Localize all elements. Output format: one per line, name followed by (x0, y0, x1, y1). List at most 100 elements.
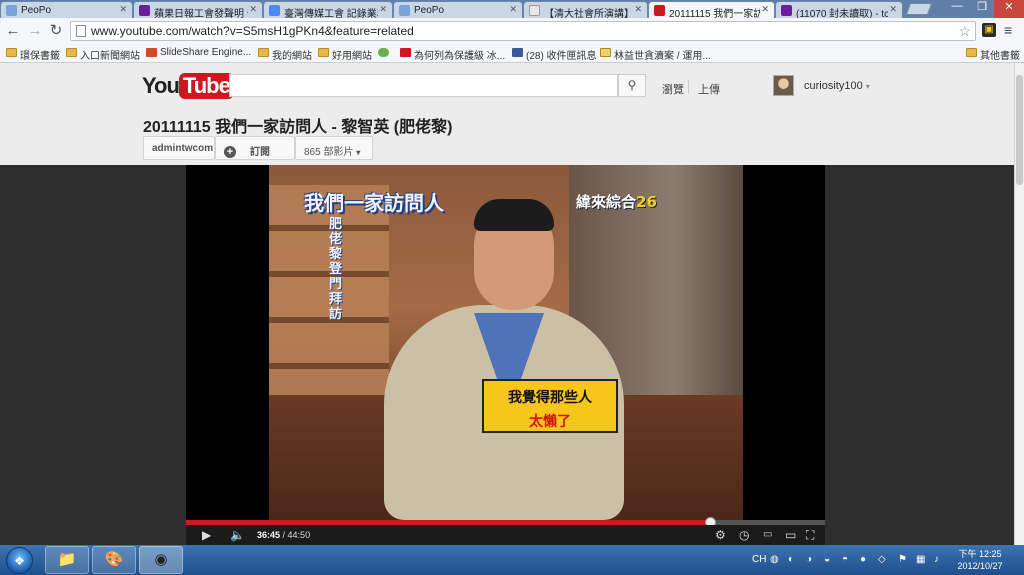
bookmark-label: 我的網站 (272, 51, 312, 62)
subscribe-button[interactable]: + 訂閱 (215, 136, 295, 160)
bookmark-label: SlideShare Engine... (160, 47, 252, 58)
avatar[interactable] (773, 75, 794, 96)
menu-icon[interactable]: ≡ (1004, 22, 1012, 38)
play-icon[interactable]: ▶ (202, 528, 211, 542)
chevron-down-icon: ▾ (865, 82, 870, 91)
tray-app-icon[interactable]: ● (860, 554, 866, 565)
close-icon[interactable]: ✕ (249, 4, 257, 15)
bookmark-link[interactable]: 林益世貪瀆案 / 運用... (600, 47, 711, 62)
page-scrollbar[interactable] (1014, 63, 1024, 545)
search-button[interactable]: ⚲ (618, 74, 646, 97)
clock-time: 下午 12:25 (958, 549, 1002, 559)
close-icon[interactable]: ✕ (379, 4, 387, 15)
chevron-down-icon: ▾ (356, 148, 361, 157)
bookmark-label: 為何列為保護級 冰... (414, 51, 506, 62)
address-bar[interactable]: ☆ (70, 21, 976, 41)
video-caption: 我覺得那些人 太懶了 (482, 379, 618, 433)
system-clock[interactable]: 下午 12:25 2012/10/27 (950, 548, 1010, 572)
youtube-icon (400, 48, 411, 57)
tray-app-icon[interactable]: ◓ (842, 554, 848, 565)
youtube-logo[interactable]: You Tube (142, 73, 234, 103)
clock-date: 2012/10/27 (957, 561, 1003, 571)
channel-name: admintwcom (152, 143, 214, 154)
tab-label: 臺灣傳媒工會 記錄業務 (284, 9, 378, 18)
watch-later-icon[interactable]: ◷ (739, 528, 749, 542)
close-icon[interactable]: ✕ (634, 4, 642, 15)
tab-union[interactable]: 臺灣傳媒工會 記錄業務 ✕ (263, 1, 393, 18)
username-menu[interactable]: curiosity100 ▾ (804, 80, 870, 92)
caption-line-2: 太懶了 (529, 414, 571, 430)
tray-app-icon[interactable]: ◒ (824, 554, 830, 565)
youtube-header: You Tube ⚲ 瀏覽 上傳 curiosity100 ▾ 20111115 … (0, 63, 1014, 165)
back-icon[interactable]: ← (4, 22, 22, 40)
tab-apple-daily[interactable]: 蘋果日報工會發聲明 奇 ✕ (133, 1, 263, 18)
bookmark-folder[interactable]: 入口新聞網站 (66, 47, 140, 62)
yahoo-icon (139, 5, 150, 16)
bookmark-link[interactable]: 為何列為保護級 冰... (400, 47, 505, 62)
close-icon[interactable]: ✕ (761, 4, 769, 15)
videos-count-button[interactable]: 865 部影片 ▾ (295, 136, 373, 160)
youtube-icon (654, 5, 665, 16)
browse-link[interactable]: 瀏覽 (662, 81, 684, 97)
channel-logo-number: 26 (636, 193, 657, 211)
large-player-icon[interactable]: ▭ (785, 528, 796, 542)
bookmark-folder[interactable]: 環保書籤 (6, 47, 60, 62)
tab-peopo-2[interactable]: PeoPo ✕ (393, 1, 523, 18)
tab-yahoo-mail[interactable]: (11070 封未讀取) - tch ✕ (775, 1, 903, 18)
forward-icon[interactable]: → (26, 22, 44, 40)
tray-app-icon[interactable]: ◍ (770, 554, 779, 565)
bookmark-folder[interactable]: 好用網站 (318, 47, 372, 62)
paint-icon[interactable]: 🎨 (92, 546, 136, 574)
restore-icon[interactable]: ❐ (970, 0, 994, 18)
url-input[interactable] (91, 23, 951, 39)
close-icon[interactable]: ✕ (509, 4, 517, 15)
username: curiosity100 (804, 80, 863, 92)
tab-peopo-1[interactable]: PeoPo ✕ (0, 1, 133, 18)
bookmark-link[interactable]: (28) 收件匣訊息 (512, 47, 597, 62)
bookmark-label: 林益世貪瀆案 / 運用... (614, 51, 711, 62)
small-player-icon[interactable]: ▭ (763, 529, 772, 540)
bookmark-label: 入口新聞網站 (80, 51, 140, 62)
speaker-icon[interactable]: ♪ (934, 554, 939, 565)
channel-link[interactable]: admintwcom (143, 136, 215, 160)
bookmark-folder[interactable]: 其他書籤 (966, 47, 1020, 62)
tray-app-icon[interactable]: ◇ (878, 554, 886, 565)
gear-icon[interactable]: ⚙ (715, 528, 726, 542)
explorer-icon[interactable]: 📁 (45, 546, 89, 574)
tab-label: 【清大社會所演講】 駕 (544, 9, 633, 18)
upload-link[interactable]: 上傳 (698, 81, 720, 97)
bookmark-folder[interactable]: 我的網站 (258, 47, 312, 62)
close-icon[interactable]: ✕ (889, 4, 897, 15)
language-indicator[interactable]: CH (752, 554, 766, 565)
network-icon[interactable]: ▦ (916, 554, 925, 565)
close-window-icon[interactable]: ✕ (994, 0, 1024, 18)
new-tab-button[interactable] (905, 3, 933, 15)
volume-icon[interactable]: 🔈 (230, 528, 245, 542)
subscribe-label: 訂閱 (250, 147, 270, 158)
video-player[interactable]: 我們一家訪問人 肥佬黎登門拜訪 緯來綜合26 我覺得那些人 太懶了 (186, 165, 825, 520)
search-input[interactable] (229, 74, 618, 97)
minimize-icon[interactable]: — (944, 0, 970, 18)
windows-taskbar: ❖ 📁 🎨 ◉ CH ◍ ◐ ◑ ◒ ◓ ● ◇ ⚑ ▦ ♪ 下午 12:25 … (0, 545, 1024, 575)
tab-label: 蘋果日報工會發聲明 奇 (154, 9, 248, 18)
flag-icon[interactable]: ⚑ (898, 554, 907, 565)
person-hair (474, 199, 554, 231)
folder-icon (966, 48, 977, 57)
tab-lecture[interactable]: 【清大社會所演講】 駕 ✕ (523, 1, 648, 18)
chrome-icon[interactable]: ◉ (139, 546, 183, 574)
bookmark-link[interactable]: SlideShare Engine... (146, 47, 251, 58)
bookmark-star-icon[interactable]: ☆ (958, 22, 971, 40)
windows-start-icon[interactable]: ❖ (6, 547, 33, 574)
tab-youtube-active[interactable]: 20111115 我們一家訪 ✕ (648, 1, 775, 18)
bookmarks-bar: 環保書籤 入口新聞網站 SlideShare Engine... 我的網站 好用… (0, 44, 1024, 63)
scrollbar-thumb[interactable] (1016, 75, 1023, 185)
extension-icon[interactable]: ▣ (982, 23, 996, 37)
tray-app-icon[interactable]: ◑ (806, 554, 812, 565)
close-icon[interactable]: ✕ (119, 4, 127, 15)
fullscreen-icon[interactable]: ⛶ (806, 528, 814, 543)
divider (688, 80, 689, 94)
reload-icon[interactable]: ↻ (47, 22, 65, 40)
plus-icon: + (224, 146, 236, 158)
tray-app-icon[interactable]: ◐ (788, 554, 794, 565)
logo-you: You (142, 73, 180, 98)
